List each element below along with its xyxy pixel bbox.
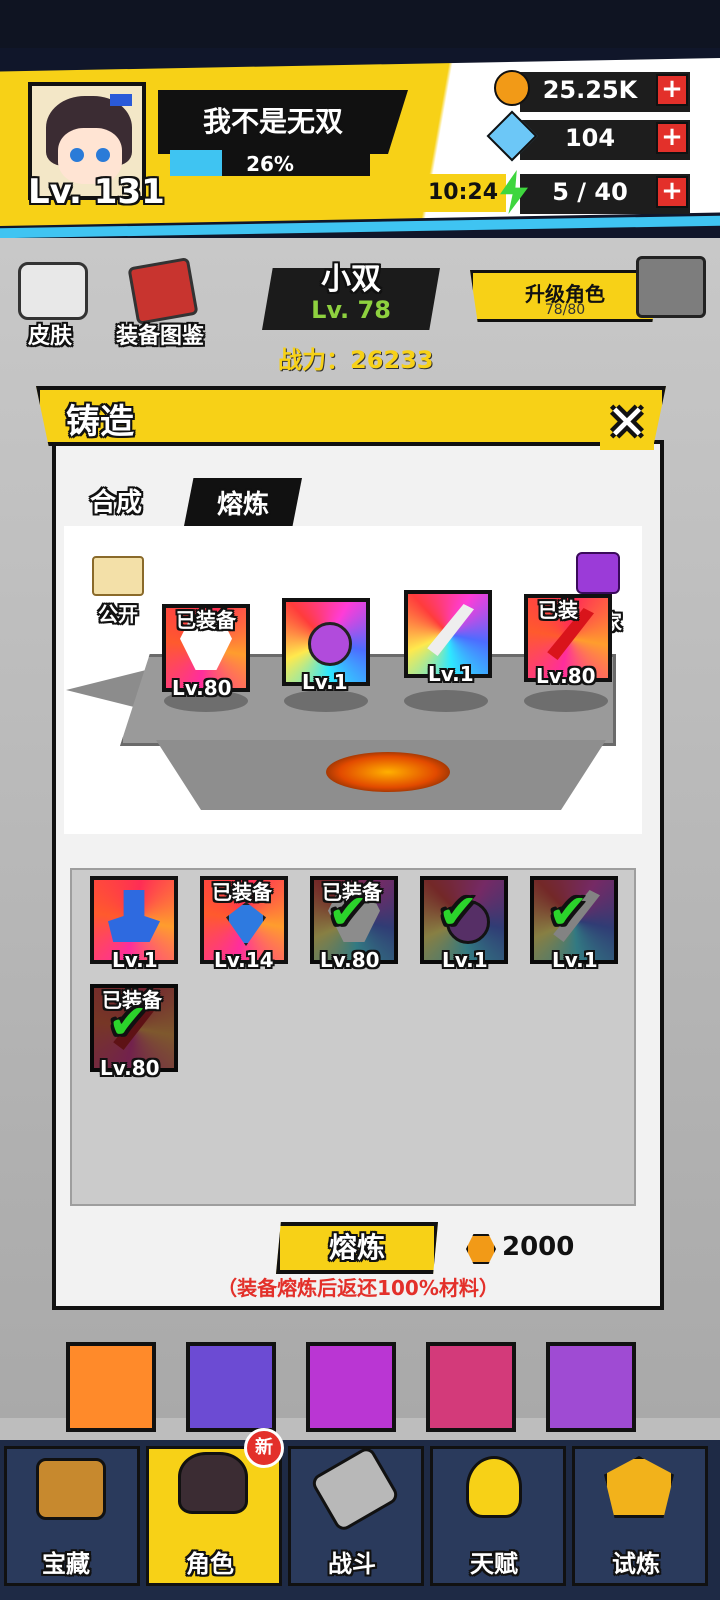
- codex-book-icon[interactable]: [127, 257, 199, 325]
- background-item-ring: [306, 1342, 396, 1432]
- add-gem-button[interactable]: +: [656, 122, 688, 154]
- skin-icon[interactable]: [18, 262, 88, 320]
- nav-trial-label: 试炼: [612, 1550, 660, 1578]
- avatar-bow: [110, 94, 132, 106]
- nav-character-label: 角色: [186, 1550, 234, 1578]
- treasure-chest-icon: [36, 1458, 106, 1520]
- slot-shadow: [524, 690, 608, 712]
- forge-slot-3-level: Lv.1: [428, 662, 474, 686]
- character-level: Lv. 78: [311, 296, 391, 324]
- energy-timer: 10:24: [428, 180, 499, 205]
- background-item-sandal: [66, 1342, 156, 1432]
- tab-combine[interactable]: 合成: [90, 482, 180, 524]
- player-name: 我不是无双: [202, 105, 343, 138]
- avatar-eye: [96, 148, 110, 162]
- exp-percent: 26%: [246, 152, 294, 176]
- tab-combine-label: 合成: [90, 488, 143, 518]
- character-power: 战力：26233: [278, 346, 434, 374]
- nav-treasure-label: 宝藏: [42, 1550, 90, 1578]
- upgrade-character-count: 78/80: [544, 302, 586, 318]
- check-icon: ✔: [108, 994, 149, 1050]
- inventory-item-2-tag: 已装备: [212, 880, 272, 904]
- blade-icon: [427, 604, 474, 656]
- background-item-dagger: [186, 1342, 276, 1432]
- check-icon: ✔: [438, 884, 479, 940]
- close-icon[interactable]: ✕: [600, 396, 654, 450]
- energy-value: 5 / 40: [552, 178, 628, 206]
- inventory-item-2-level: Lv.14: [214, 948, 274, 972]
- gem-necklace-icon: [226, 902, 266, 946]
- background-item-gi: [546, 1342, 636, 1432]
- forge-slot-1-level: Lv.80: [172, 676, 232, 700]
- check-icon: ✔: [328, 884, 369, 940]
- skin-label: 皮肤: [28, 324, 73, 349]
- public-tag: 公开: [98, 602, 138, 626]
- forge-fire: [326, 752, 450, 792]
- forge-slot-1-tag: 已装备: [176, 608, 236, 632]
- new-badge: 新: [244, 1428, 284, 1468]
- gift-box-icon[interactable]: [636, 256, 706, 318]
- slot-shadow: [404, 690, 488, 712]
- exclusive-cloth-icon: [576, 552, 620, 594]
- paw-coin-value: 25.25K: [542, 76, 638, 104]
- avatar-eye: [70, 148, 84, 162]
- nav-talent-label: 天赋: [470, 1550, 518, 1578]
- character-name: 小双: [321, 262, 381, 297]
- forge-slot-4-tag: 已装: [538, 598, 578, 622]
- character-icon: [178, 1452, 248, 1514]
- inventory-item-6-level: Lv.80: [100, 1056, 160, 1080]
- forge-dialog-title: 铸造: [66, 402, 134, 442]
- gem-value: 104: [564, 124, 616, 152]
- inventory-item-3-level: Lv.80: [320, 948, 380, 972]
- pendant-icon: [308, 622, 352, 666]
- glove-icon: [108, 890, 160, 942]
- add-energy-button[interactable]: +: [656, 176, 688, 208]
- background-item-book: [426, 1342, 516, 1432]
- nav-battle-label: 战斗: [328, 1550, 376, 1578]
- tab-smelt-label: 熔炼: [216, 490, 269, 520]
- add-paw-coin-button[interactable]: +: [656, 74, 688, 106]
- paw-coin-icon: [494, 70, 530, 106]
- inventory-item-4-level: Lv.1: [442, 948, 488, 972]
- lightbulb-icon: [466, 1456, 522, 1518]
- inventory-item-1-level: Lv.1: [112, 948, 158, 972]
- smelt-button-label: 熔炼: [328, 1231, 385, 1264]
- forge-slot-2-level: Lv.1: [302, 670, 348, 694]
- forge-slot-4-level: Lv.80: [536, 664, 596, 688]
- codex-label: 装备图鉴: [116, 324, 205, 349]
- status-bar: [0, 0, 720, 48]
- player-level: Lv. 131: [28, 172, 165, 212]
- check-icon: ✔: [548, 884, 589, 940]
- inventory-item-5-level: Lv.1: [552, 948, 598, 972]
- public-scroll-icon: [92, 556, 144, 596]
- smelt-note: （装备熔炼后返还100%材料）: [217, 1276, 499, 1300]
- smelt-cost: 2000: [502, 1232, 575, 1262]
